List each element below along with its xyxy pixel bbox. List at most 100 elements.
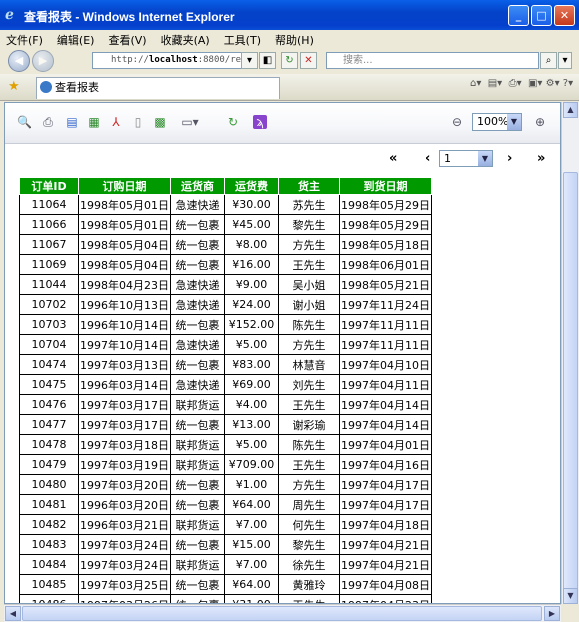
tab-row: ★ 查看报表 ⌂▾ ▤▾ ⎙▾ ▣▾ ⚙▾ ?▾ bbox=[0, 74, 579, 101]
scroll-up-icon[interactable]: ▲ bbox=[563, 102, 578, 118]
close-button[interactable]: ✕ bbox=[554, 5, 575, 26]
export-excel-icon[interactable]: ▦ bbox=[87, 115, 101, 129]
table-cell: 苏先生 bbox=[278, 194, 340, 215]
page-menu-icon[interactable]: ▣▾ bbox=[528, 78, 542, 89]
table-cell: 1997年04月01日 bbox=[339, 434, 432, 455]
table-cell: ¥5.00 bbox=[224, 434, 279, 455]
menu-file[interactable]: 文件(F) bbox=[0, 30, 51, 48]
table-cell: 谢彩瑜 bbox=[278, 414, 340, 435]
command-bar: ⌂▾ ▤▾ ⎙▾ ▣▾ ⚙▾ ?▾ bbox=[470, 78, 573, 89]
table-cell: 1997年04月08日 bbox=[339, 574, 432, 595]
ie-logo-icon: ℯ bbox=[5, 7, 14, 23]
header-shipper: 运货商 bbox=[170, 177, 225, 195]
tab-report[interactable]: 查看报表 bbox=[36, 77, 280, 99]
table-row: 11066 1998年05月01日 统一包裹 ¥45.00 黎先生 1998年05月29日 bbox=[19, 214, 432, 235]
feeds-icon[interactable]: ▤▾ bbox=[488, 78, 502, 89]
scroll-down-icon[interactable]: ▼ bbox=[563, 588, 578, 604]
table-cell: 1998年05月01日 bbox=[78, 194, 171, 215]
table-cell: 1997年03月24日 bbox=[78, 534, 171, 555]
minimize-button[interactable]: _ bbox=[508, 5, 529, 26]
table-cell: ¥4.00 bbox=[224, 394, 279, 415]
home-icon[interactable]: ⌂▾ bbox=[470, 78, 481, 89]
forward-button[interactable]: ▶ bbox=[32, 50, 54, 72]
horizontal-scrollbar[interactable]: ◀ ▶ bbox=[4, 604, 561, 622]
last-page-button[interactable]: » bbox=[537, 151, 545, 166]
table-cell: 10485 bbox=[19, 574, 79, 595]
export-csv-icon[interactable]: ▩ bbox=[153, 115, 167, 129]
scroll-right-icon[interactable]: ▶ bbox=[544, 606, 560, 621]
table-cell: 急速快递 bbox=[170, 374, 225, 395]
page-icon bbox=[40, 81, 52, 93]
next-page-button[interactable]: › bbox=[507, 151, 512, 166]
zoom-in-icon[interactable]: ⊕ bbox=[533, 115, 547, 129]
safety-menu-icon[interactable]: ⚙▾ bbox=[546, 78, 560, 89]
search-input[interactable]: 搜索... bbox=[326, 52, 539, 69]
table-cell: 10483 bbox=[19, 534, 79, 555]
compat-view-icon[interactable]: ◧ bbox=[259, 52, 276, 69]
export-text-icon[interactable]: ▯ bbox=[131, 115, 145, 129]
table-cell: ¥7.00 bbox=[224, 554, 279, 575]
menu-edit[interactable]: 编辑(E) bbox=[51, 30, 103, 48]
table-cell: 1997年03月26日 bbox=[78, 594, 171, 603]
stop-icon[interactable]: ✕ bbox=[300, 52, 317, 69]
find-icon[interactable]: 🔍 bbox=[17, 115, 32, 129]
first-page-button[interactable]: « bbox=[389, 151, 397, 166]
menu-tools[interactable]: 工具(T) bbox=[218, 30, 269, 48]
table-cell: 徐先生 bbox=[278, 554, 340, 575]
table-cell: 陈先生 bbox=[278, 314, 340, 335]
table-cell: 1997年04月21日 bbox=[339, 534, 432, 555]
table-cell: 王先生 bbox=[278, 594, 340, 603]
table-cell: ¥152.00 bbox=[224, 314, 279, 335]
export-pdf-icon[interactable]: ⅄ bbox=[109, 115, 123, 129]
table-cell: 10478 bbox=[19, 434, 79, 455]
table-cell: 林慧音 bbox=[278, 354, 340, 375]
address-bar[interactable]: http://localhost:8800/reportm bbox=[92, 52, 250, 69]
header-order-date: 订购日期 bbox=[78, 177, 171, 195]
export-word-icon[interactable]: ▤ bbox=[65, 115, 79, 129]
search-icon[interactable]: ⌕ bbox=[540, 52, 557, 69]
table-cell: 1998年06月01日 bbox=[339, 254, 432, 275]
table-cell: 王先生 bbox=[278, 454, 340, 475]
horizontal-scroll-thumb[interactable] bbox=[22, 606, 542, 621]
refresh-icon[interactable]: ↻ bbox=[281, 52, 298, 69]
vertical-scrollbar[interactable]: ▲ ▼ bbox=[561, 102, 579, 604]
zoom-out-icon[interactable]: ⊖ bbox=[450, 115, 464, 129]
menu-view[interactable]: 查看(V) bbox=[102, 30, 154, 48]
refresh-report-icon[interactable]: ↻ bbox=[226, 115, 240, 129]
table-cell: 1997年04月17日 bbox=[339, 474, 432, 495]
page-select[interactable]: 1 ▼ bbox=[439, 150, 493, 167]
back-button[interactable]: ◀ bbox=[8, 50, 30, 72]
print-icon[interactable]: ⎙▾ bbox=[509, 78, 522, 89]
maximize-button[interactable]: □ bbox=[531, 5, 552, 26]
table-cell: 1997年10月14日 bbox=[78, 334, 171, 355]
vertical-scroll-thumb[interactable] bbox=[563, 172, 578, 592]
title-bar: ℯ 查看报表 - Windows Internet Explorer _ □ ✕ bbox=[0, 0, 579, 30]
table-cell: 11069 bbox=[19, 254, 79, 275]
menu-help[interactable]: 帮助(H) bbox=[269, 30, 322, 48]
table-cell: 统一包裹 bbox=[170, 214, 225, 235]
search-options-icon[interactable]: ▾ bbox=[558, 52, 572, 69]
table-cell: 1997年04月16日 bbox=[339, 454, 432, 475]
scroll-left-icon[interactable]: ◀ bbox=[5, 606, 21, 621]
print-report-icon[interactable]: ⎙ bbox=[41, 115, 55, 129]
help-menu-icon[interactable]: ?▾ bbox=[563, 78, 573, 89]
table-row: 10481 1996年03月20日 统一包裹 ¥64.00 周先生 1997年04月17日 bbox=[19, 494, 432, 515]
table-cell: 10482 bbox=[19, 514, 79, 535]
table-cell: 方先生 bbox=[278, 474, 340, 495]
table-cell: 联邦货运 bbox=[170, 454, 225, 475]
header-consignee: 货主 bbox=[278, 177, 340, 195]
table-cell: 方先生 bbox=[278, 334, 340, 355]
favorites-star-icon[interactable]: ★ bbox=[8, 79, 20, 94]
menu-bar: 文件(F) 编辑(E) 查看(V) 收藏夹(A) 工具(T) 帮助(H) bbox=[0, 30, 579, 49]
export-menu-icon[interactable]: ▭▾ bbox=[175, 115, 205, 129]
prev-page-button[interactable]: ‹ bbox=[425, 151, 430, 166]
menu-favorites[interactable]: 收藏夹(A) bbox=[155, 30, 218, 48]
rss-icon[interactable]: ϡ bbox=[253, 115, 267, 129]
table-cell: ¥83.00 bbox=[224, 354, 279, 375]
table-cell: 统一包裹 bbox=[170, 314, 225, 335]
table-cell: 吴小姐 bbox=[278, 274, 340, 295]
zoom-select[interactable]: 100% ▼ bbox=[472, 113, 522, 131]
address-dropdown-button[interactable]: ▾ bbox=[241, 52, 258, 69]
table-cell: 王先生 bbox=[278, 394, 340, 415]
table-cell: 1996年10月13日 bbox=[78, 294, 171, 315]
